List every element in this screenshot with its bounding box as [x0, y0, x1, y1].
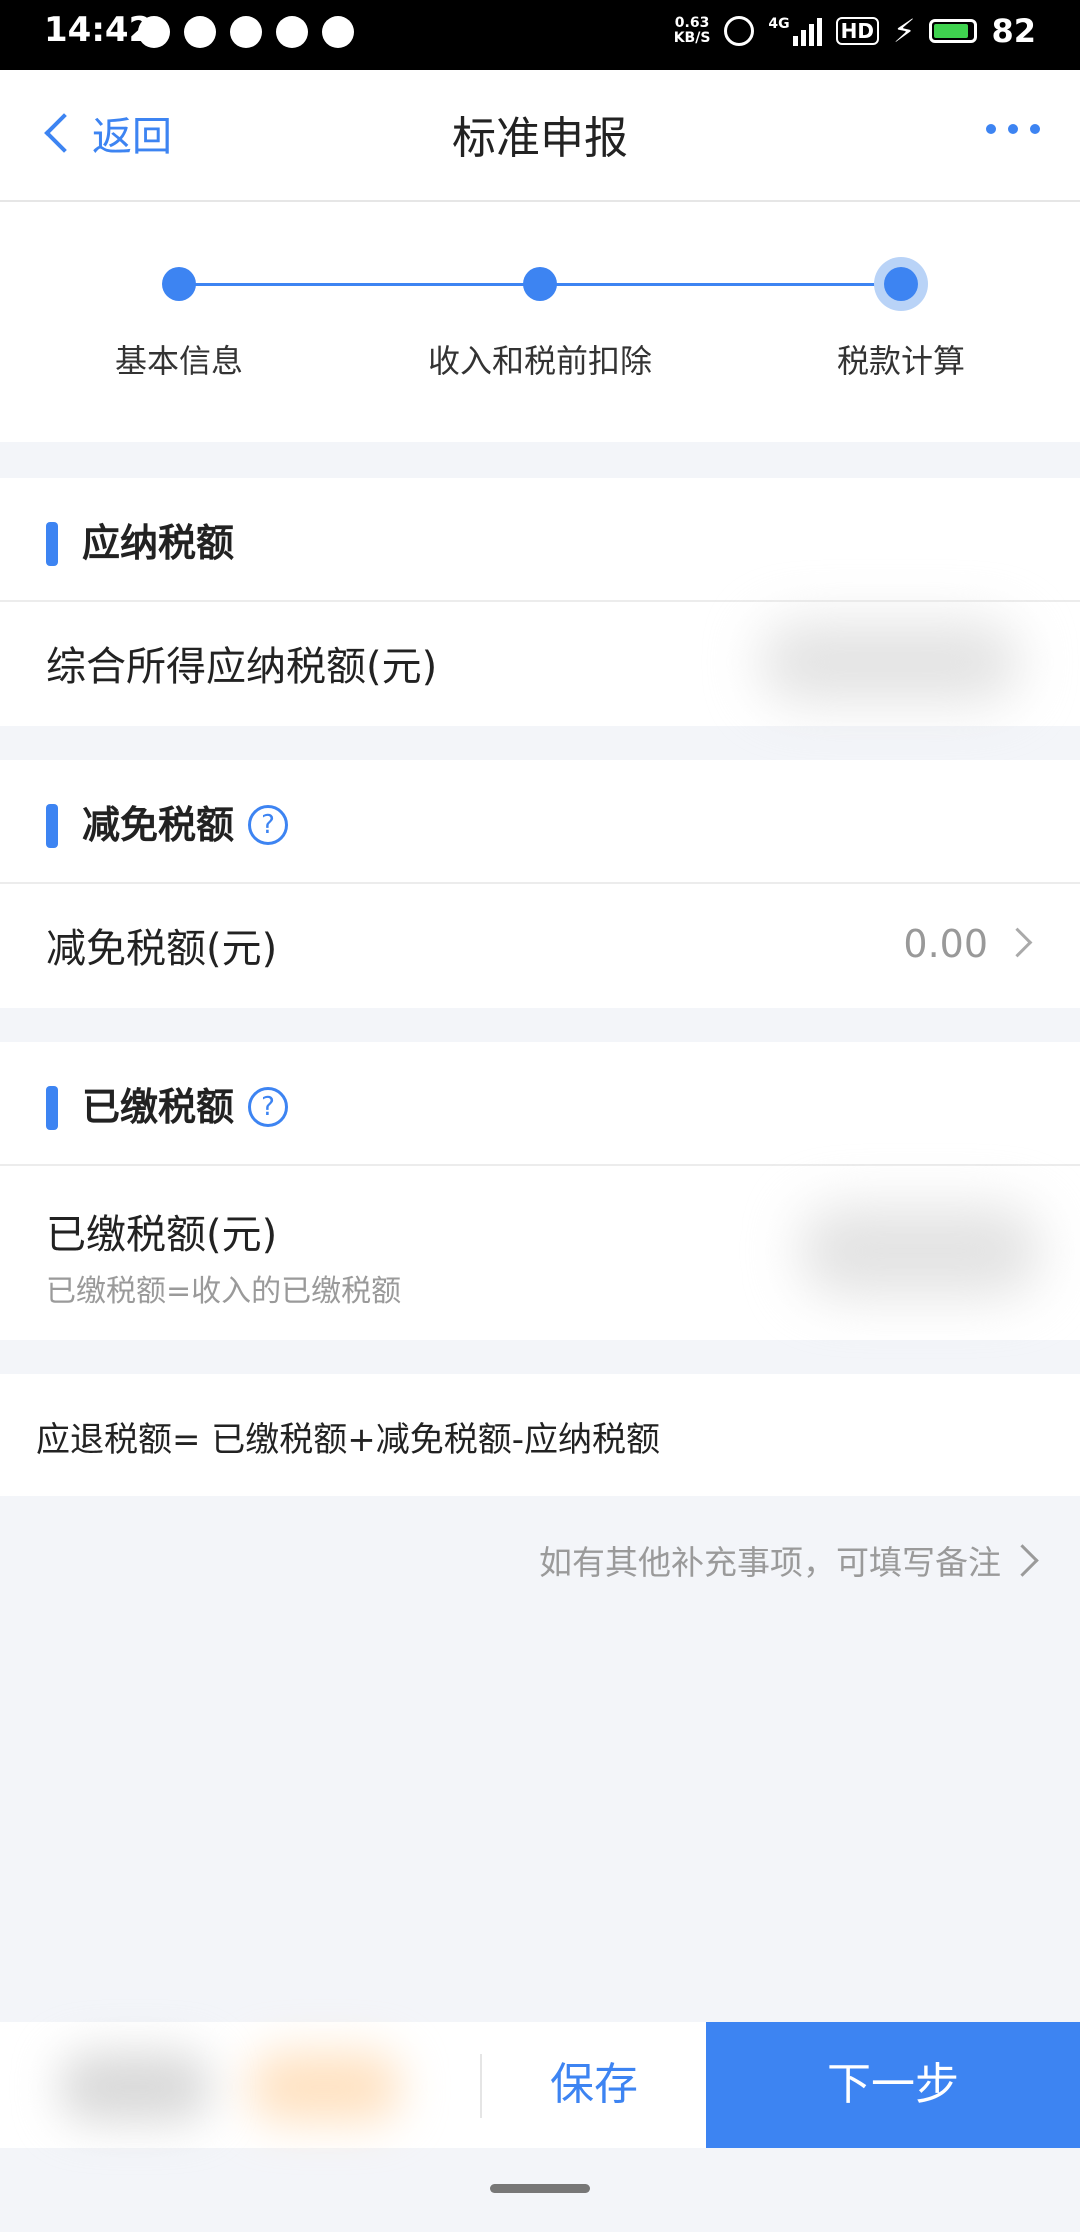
- network-type: 4G: [768, 16, 790, 32]
- refund-formula: 应退税额= 已缴税额+减免税额-应纳税额: [0, 1374, 1080, 1496]
- battery-icon: [929, 19, 978, 43]
- section-accent-bar: [46, 522, 58, 566]
- paid-tax-row: 已缴税额(元) 已缴税额=收入的已缴税额: [0, 1166, 1080, 1340]
- step-dot-2: [523, 267, 557, 301]
- more-button[interactable]: [986, 124, 1040, 134]
- help-icon[interactable]: ?: [248, 1087, 288, 1127]
- redacted-amount: [250, 2052, 400, 2122]
- relief-tax-value: 0.00: [903, 922, 988, 966]
- chat-icon: [184, 16, 216, 48]
- progress-stepper: 基本信息 收入和税前扣除 税款计算: [0, 202, 1080, 442]
- alarm-icon: [724, 16, 755, 46]
- section-paid-tax: 已缴税额 ? 已缴税额(元) 已缴税额=收入的已缴税额: [0, 1042, 1080, 1340]
- charging-icon: ⚡: [893, 12, 916, 50]
- section-accent-bar: [46, 804, 58, 848]
- hd-badge: HD: [835, 17, 879, 45]
- section-title: 已缴税额: [82, 1085, 235, 1129]
- section-header: 应纳税额: [0, 478, 1080, 602]
- section-relief-tax: 减免税额 ? 减免税额(元) 0.00: [0, 760, 1080, 1008]
- battery-level: 82: [991, 12, 1036, 50]
- status-time: 14:42: [44, 10, 153, 50]
- section-title: 应纳税额: [82, 521, 235, 565]
- formula-text: 应退税额= 已缴税额+减免税额-应纳税额: [36, 1420, 661, 1460]
- notification-icon: [138, 16, 170, 48]
- step-dot-1: [162, 267, 196, 301]
- section-payable-tax: 应纳税额 综合所得应纳税额(元): [0, 478, 1080, 726]
- hotspot-icon: [322, 16, 354, 48]
- speed-value: 0.63: [674, 15, 710, 31]
- row-label: 减免税额(元): [46, 926, 278, 972]
- next-step-button[interactable]: 下一步: [706, 2022, 1080, 2148]
- signal-icon: 4G: [768, 16, 822, 46]
- section-accent-bar: [46, 1086, 58, 1130]
- notification-icons: [138, 16, 354, 48]
- chevron-right-icon: [1006, 1543, 1039, 1577]
- section-header: 已缴税额 ?: [0, 1042, 1080, 1166]
- step-dot-3-active: [884, 267, 918, 301]
- network-speed: 0.63 KB/S: [674, 16, 711, 46]
- step-label-tax-calculation: 税款计算: [836, 342, 966, 380]
- help-icon[interactable]: ?: [248, 805, 288, 845]
- row-sublabel: 已缴税额=收入的已缴税额: [46, 1274, 402, 1309]
- redacted-value: [800, 1206, 1040, 1296]
- relief-tax-row[interactable]: 减免税额(元) 0.00: [0, 884, 1080, 1006]
- home-indicator[interactable]: [490, 2184, 590, 2193]
- more-dot-icon: [986, 124, 996, 134]
- chevron-right-icon: [1002, 927, 1033, 958]
- remark-link[interactable]: 如有其他补充事项，可填写备注: [539, 1536, 1039, 1584]
- bottom-action-bar: 保存 下一步: [0, 2022, 1080, 2148]
- speed-unit: KB/S: [673, 30, 711, 46]
- section-title: 减免税额: [82, 803, 235, 847]
- status-right: 0.63 KB/S 4G HD ⚡ 82: [674, 12, 1036, 50]
- status-bar: 14:42 0.63 KB/S 4G HD ⚡ 82: [0, 0, 1080, 70]
- mail-icon: [276, 16, 308, 48]
- redacted-value: [760, 622, 1020, 702]
- more-dot-icon: [1030, 124, 1040, 134]
- page-title: 标准申报: [452, 113, 628, 164]
- row-label: 综合所得应纳税额(元): [46, 644, 438, 690]
- nav-bar: 返回 标准申报: [0, 70, 1080, 202]
- step-label-basic-info: 基本信息: [114, 342, 244, 380]
- redacted-amount: [60, 2052, 210, 2122]
- more-dot-icon: [1008, 124, 1018, 134]
- row-label: 已缴税额(元): [46, 1212, 278, 1258]
- payable-tax-row: 综合所得应纳税额(元): [0, 602, 1080, 724]
- app-icon: [230, 16, 262, 48]
- section-header: 减免税额 ?: [0, 760, 1080, 884]
- remark-text: 如有其他补充事项，可填写备注: [539, 1543, 1001, 1582]
- step-label-income-deduction: 收入和税前扣除: [427, 342, 653, 380]
- save-button[interactable]: 保存: [482, 2022, 706, 2148]
